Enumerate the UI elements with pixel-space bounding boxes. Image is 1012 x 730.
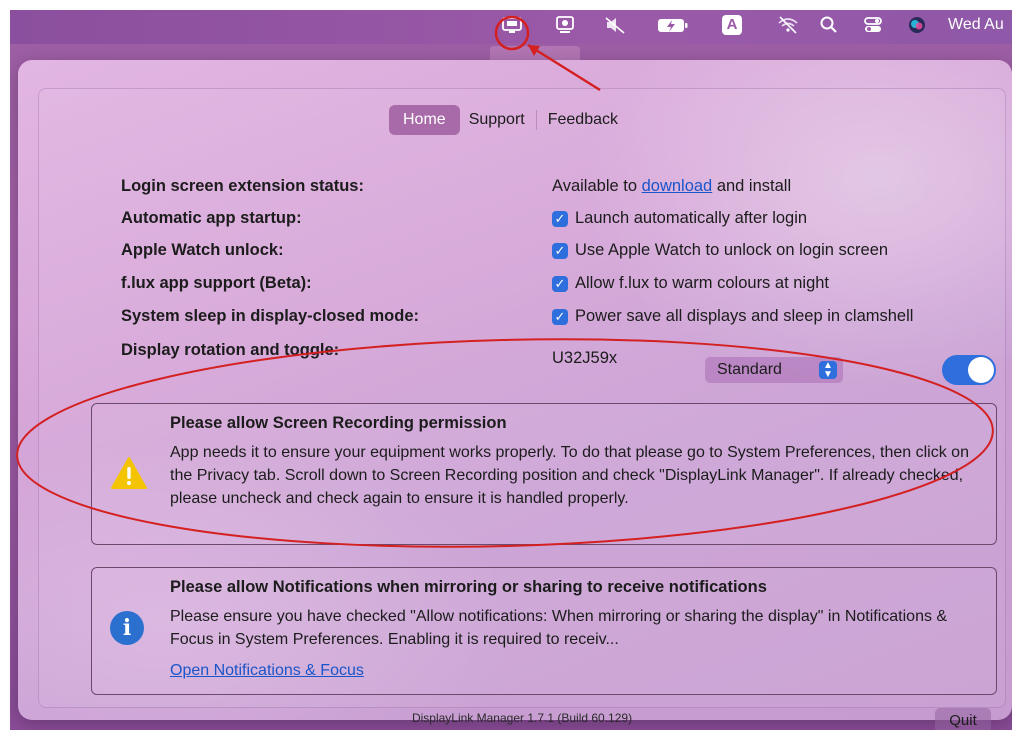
battery-charging-icon[interactable] <box>656 15 690 37</box>
input-source-icon[interactable]: A <box>722 15 744 37</box>
volume-muted-icon[interactable] <box>604 15 628 37</box>
startup-text: Launch automatically after login <box>575 209 808 227</box>
tab-bar: Home Support Feedback <box>389 105 627 135</box>
control-center-icon[interactable] <box>862 15 884 37</box>
watch-unlock-checkbox[interactable]: ✓ <box>552 242 568 259</box>
chevron-updown-icon: ▲ ▼ <box>819 361 837 380</box>
menu-bar-clock[interactable]: Wed Au <box>948 16 1004 34</box>
display-toggle[interactable] <box>942 355 996 385</box>
display-name: U32J59x <box>552 349 618 367</box>
desktop: A Wed Au Home Support Feedback Login scr… <box>10 10 1012 730</box>
screen-recording-title: Please allow Screen Recording permission <box>170 414 507 432</box>
notifications-text: Please ensure you have checked "Allow no… <box>170 608 948 648</box>
rotation-label: Display rotation and toggle: <box>121 341 340 359</box>
content-area: Home Support Feedback Login screen exten… <box>38 88 1006 730</box>
startup-option[interactable]: ✓ Launch automatically after login <box>552 209 807 228</box>
flux-option[interactable]: ✓ Allow f.lux to warm colours at night <box>552 274 829 293</box>
watch-unlock-option[interactable]: ✓ Use Apple Watch to unlock on login scr… <box>552 241 888 260</box>
startup-checkbox[interactable]: ✓ <box>552 210 568 227</box>
tab-home[interactable]: Home <box>389 105 460 135</box>
screen-recording-text: App needs it to ensure your equipment wo… <box>170 444 969 507</box>
tab-feedback[interactable]: Feedback <box>539 105 627 135</box>
tab-divider <box>535 110 537 130</box>
displaylink-manager-window: Home Support Feedback Login screen exten… <box>18 60 1012 730</box>
input-source-letter: A <box>722 15 742 35</box>
info-icon: i <box>110 611 144 645</box>
screen-recording-alert: Please allow Screen Recording permission… <box>91 403 997 545</box>
open-notifications-link[interactable]: Open Notifications & Focus <box>170 662 364 680</box>
sleep-text: Power save all displays and sleep in cla… <box>575 307 914 325</box>
screen-mirroring-icon[interactable] <box>553 15 577 37</box>
watch-unlock-label: Apple Watch unlock: <box>121 241 284 259</box>
download-link[interactable]: download <box>642 177 713 196</box>
notifications-alert: i Please allow Notifications when mirror… <box>91 567 997 695</box>
flux-text: Allow f.lux to warm colours at night <box>575 274 830 292</box>
login-extension-value: Available to download and install <box>552 177 791 196</box>
version-label: DisplayLink Manager 1.7.1 (Build 60.129) <box>411 711 633 725</box>
startup-label: Automatic app startup: <box>121 209 302 227</box>
login-extension-label: Login screen extension status: <box>121 177 364 195</box>
menu-bar: A Wed Au <box>10 10 1012 44</box>
notifications-title: Please allow Notifications when mirrorin… <box>170 578 767 596</box>
flux-label: f.lux app support (Beta): <box>121 274 312 292</box>
warning-icon <box>111 457 147 489</box>
watch-unlock-text: Use Apple Watch to unlock on login scree… <box>575 241 889 259</box>
sleep-option[interactable]: ✓ Power save all displays and sleep in c… <box>552 307 913 326</box>
tab-support[interactable]: Support <box>460 105 534 135</box>
rotation-select[interactable]: Standard ▲ ▼ <box>705 357 843 383</box>
login-extension-suffix: and install <box>712 177 792 195</box>
rotation-select-value: Standard <box>717 361 782 378</box>
displaylink-icon[interactable] <box>500 15 524 37</box>
spotlight-search-icon[interactable] <box>818 15 840 37</box>
sleep-label: System sleep in display-closed mode: <box>121 307 420 325</box>
wifi-off-icon[interactable] <box>776 15 800 37</box>
quit-button[interactable]: Quit <box>935 708 991 730</box>
sleep-checkbox[interactable]: ✓ <box>552 308 568 325</box>
siri-icon[interactable] <box>906 15 928 37</box>
flux-checkbox[interactable]: ✓ <box>552 275 568 292</box>
login-extension-prefix: Available to <box>552 177 642 195</box>
toggle-knob <box>968 357 994 383</box>
